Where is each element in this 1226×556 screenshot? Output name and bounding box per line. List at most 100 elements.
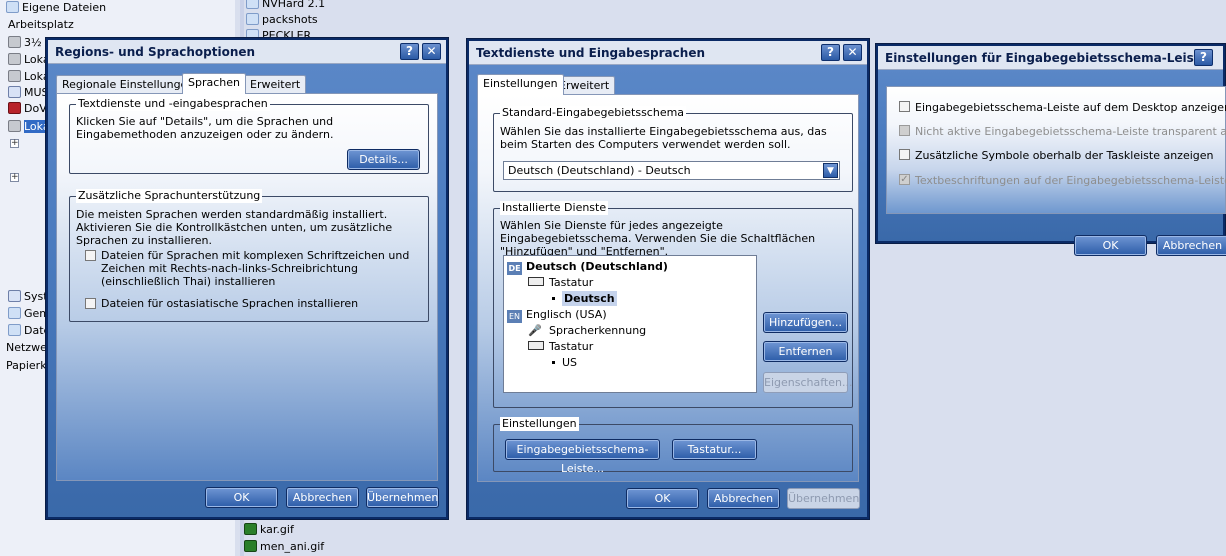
- tree-item-floppy[interactable]: 3½: [8, 35, 42, 51]
- regions-dialog: Regions- und Sprachoptionen ? ✕ Regional…: [45, 37, 449, 520]
- tree-item-dvd-drive[interactable]: DoV: [8, 101, 47, 117]
- standard-description: Wählen Sie das installierte Eingabegebie…: [500, 125, 827, 151]
- help-icon[interactable]: ?: [821, 44, 840, 61]
- file-item-nvhard[interactable]: NVHard 2.1: [246, 0, 325, 12]
- language-bar-settings-client: Eingabegebietsschema-Leiste auf dem Desk…: [878, 70, 1226, 256]
- file-item-men-ani-gif[interactable]: men_ani.gif: [244, 539, 324, 555]
- tab-regionale-einstellungen[interactable]: Regionale Einstellungen: [56, 75, 201, 94]
- keyboard-settings-button[interactable]: Tastatur...: [672, 439, 757, 460]
- apply-button[interactable]: Übernehmen: [366, 487, 439, 508]
- tree-item-local-disk-1[interactable]: Loka: [8, 52, 50, 68]
- cancel-button[interactable]: Abbrechen: [286, 487, 359, 508]
- ok-button[interactable]: OK: [205, 487, 278, 508]
- help-icon[interactable]: ?: [1194, 49, 1213, 66]
- tree-item-music-drive[interactable]: MUS: [8, 85, 49, 101]
- cancel-button[interactable]: Abbrechen: [1156, 235, 1226, 256]
- text-labels-checkbox: ✓: [899, 174, 910, 185]
- cancel-button[interactable]: Abbrechen: [707, 488, 780, 509]
- keyboard-icon: [528, 341, 544, 350]
- tab-einstellungen[interactable]: Einstellungen: [477, 74, 564, 95]
- bullet-icon: [552, 361, 555, 364]
- folder-icon: [8, 307, 21, 319]
- expand-icon[interactable]: +: [10, 173, 19, 182]
- tree-item-files[interactable]: Date: [8, 323, 50, 339]
- tree-item-eigene-dateien[interactable]: Eigene Dateien: [6, 0, 106, 16]
- standard-locale-combo[interactable]: Deutsch (Deutschland) - Deutsch ▼: [503, 161, 840, 180]
- east-asian-checkbox[interactable]: [85, 298, 96, 309]
- tree-item-system[interactable]: Syst: [8, 289, 48, 305]
- tree-item-local-disk-2[interactable]: Loka: [8, 69, 50, 85]
- dropdown-arrow-icon[interactable]: ▼: [823, 163, 838, 178]
- keyboard-icon: [528, 277, 544, 286]
- ok-button[interactable]: OK: [626, 488, 699, 509]
- control-panel-icon: [8, 290, 21, 302]
- tree-node-de-layout[interactable]: Deutsch: [552, 291, 617, 306]
- file-item-kar-gif[interactable]: kar.gif: [244, 522, 294, 538]
- tree-node-en-layout[interactable]: US: [552, 356, 577, 369]
- file-item-packshots[interactable]: packshots: [246, 12, 318, 28]
- drive-icon: [8, 36, 21, 48]
- standard-locale-value: Deutsch (Deutschland) - Deutsch: [508, 164, 691, 177]
- sprachunterstuetzung-group-label: Zusätzliche Sprachunterstützung: [76, 189, 263, 203]
- add-button[interactable]: Hinzufügen...: [763, 312, 848, 333]
- properties-button[interactable]: Eigenschaften...: [763, 372, 852, 393]
- transparent-checkbox: [899, 125, 910, 136]
- text-labels-label: Textbeschriftungen auf der Eingabegebiet…: [915, 174, 1226, 187]
- show-on-desktop-label[interactable]: Eingabegebietsschema-Leiste auf dem Desk…: [915, 101, 1226, 114]
- installierte-dienste-description: Wählen Sie Dienste für jedes angezeigte …: [500, 219, 816, 258]
- close-icon[interactable]: ✕: [422, 43, 441, 60]
- folder-icon: [6, 1, 19, 13]
- language-bar-settings-titlebar[interactable]: Einstellungen für Eingabegebietsschema-L…: [878, 46, 1223, 70]
- sprachunterstuetzung-description: Die meisten Sprachen werden standardmäßi…: [76, 208, 393, 247]
- textdienste-group: Textdienste und -eingabesprachen Klicken…: [69, 97, 429, 174]
- textdienste-group-label: Textdienste und -eingabesprachen: [76, 97, 270, 111]
- drive-icon: [8, 120, 21, 132]
- tree-node-englisch[interactable]: EN Englisch (USA): [507, 308, 607, 323]
- textdienste-dialog-title: Textdienste und Eingabesprachen: [476, 46, 705, 60]
- tree-node-en-tastatur[interactable]: Tastatur: [528, 340, 593, 353]
- language-bar-options-panel: Eingabegebietsschema-Leiste auf dem Desk…: [886, 86, 1226, 214]
- language-bar-button[interactable]: Eingabegebietsschema-Leiste...: [505, 439, 660, 475]
- details-button[interactable]: Details...: [347, 149, 420, 170]
- tree-node-spracherkennung[interactable]: 🎤 Spracherkennung: [528, 324, 646, 337]
- complex-scripts-checkbox[interactable]: [85, 250, 96, 261]
- expand-icon[interactable]: +: [10, 139, 19, 148]
- textdienste-description: Klicken Sie auf "Details", um die Sprach…: [76, 115, 334, 141]
- cd-drive-icon: [8, 86, 21, 98]
- drive-icon: [8, 53, 21, 65]
- close-icon[interactable]: ✕: [843, 44, 862, 61]
- sprachunterstuetzung-group: Zusätzliche Sprachunterstützung Die meis…: [69, 189, 429, 322]
- regions-dialog-titlebar[interactable]: Regions- und Sprachoptionen ? ✕: [48, 40, 446, 64]
- help-icon[interactable]: ?: [400, 43, 419, 60]
- tree-node-deutsch[interactable]: DE Deutsch (Deutschland): [507, 260, 668, 275]
- sprachen-panel: Textdienste und -eingabesprachen Klicken…: [56, 93, 438, 481]
- tree-item-shared[interactable]: Gem: [8, 306, 50, 322]
- services-tree[interactable]: DE Deutsch (Deutschland) Tastatur Deutsch…: [503, 255, 757, 393]
- tree-node-de-tastatur[interactable]: Tastatur: [528, 276, 593, 289]
- tree-item-local-disk-3[interactable]: Loka: [8, 119, 50, 135]
- bullet-icon: [552, 297, 555, 300]
- folder-icon: [246, 0, 259, 9]
- ok-button[interactable]: OK: [1074, 235, 1147, 256]
- tree-item-arbeitsplatz[interactable]: Arbeitsplatz: [8, 17, 74, 33]
- textdienste-dialog-titlebar[interactable]: Textdienste und Eingabesprachen ? ✕: [469, 41, 867, 65]
- drive-icon: [8, 70, 21, 82]
- apply-button[interactable]: Übernehmen: [787, 488, 860, 509]
- east-asian-label[interactable]: Dateien für ostasiatische Sprachen insta…: [101, 297, 421, 310]
- standard-group-label: Standard-Eingabegebietsschema: [500, 106, 687, 120]
- language-de-icon: DE: [507, 262, 522, 275]
- tree-item-network[interactable]: Netzwe: [6, 340, 47, 356]
- textdienste-dialog-client: Einstellungen Erweitert Standard-Eingabe…: [469, 65, 867, 517]
- tab-sprachen[interactable]: Sprachen: [182, 73, 246, 94]
- extra-icons-label[interactable]: Zusätzliche Symbole oberhalb der Tasklei…: [915, 149, 1214, 162]
- extra-icons-checkbox[interactable]: [899, 149, 910, 160]
- language-bar-settings-title: Einstellungen für Eingabegebietsschema-L…: [885, 51, 1208, 65]
- complex-scripts-label[interactable]: Dateien für Sprachen mit komplexen Schri…: [101, 249, 421, 288]
- microphone-icon: 🎤: [528, 324, 542, 337]
- folder-icon: [246, 13, 259, 25]
- installierte-dienste-group-label: Installierte Dienste: [500, 201, 609, 215]
- remove-button[interactable]: Entfernen: [763, 341, 848, 362]
- tab-erweitert[interactable]: Erweitert: [244, 75, 307, 94]
- regions-dialog-client: Regionale Einstellungen Sprachen Erweite…: [48, 64, 446, 517]
- show-on-desktop-checkbox[interactable]: [899, 101, 910, 112]
